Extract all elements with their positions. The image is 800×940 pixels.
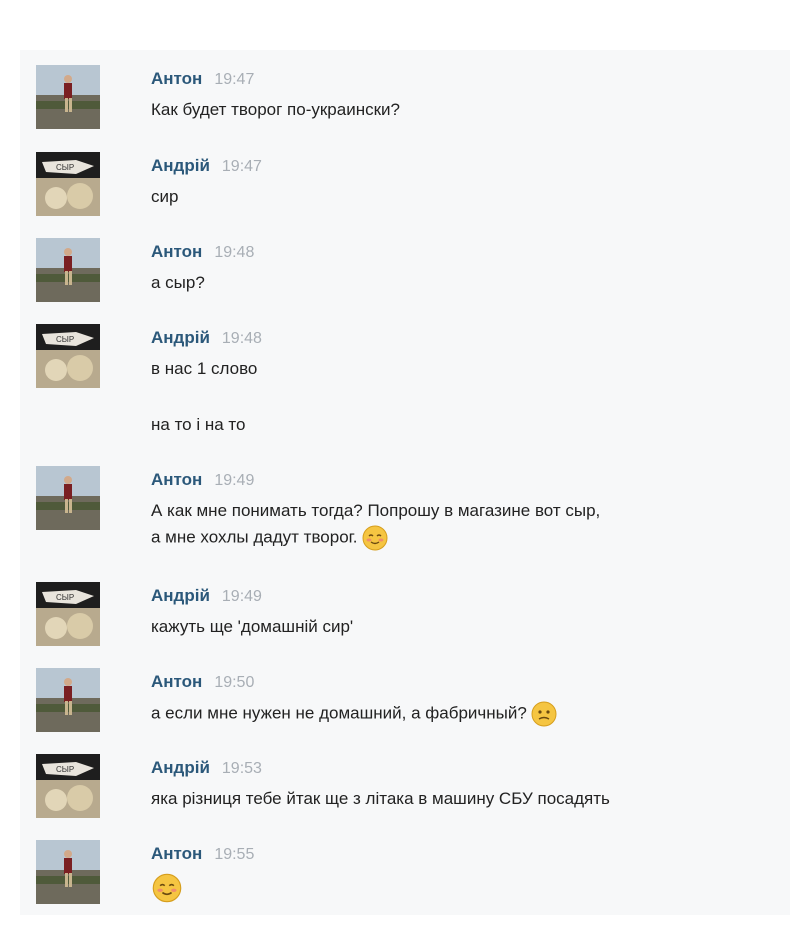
svg-text:СЫР: СЫР [56,163,74,172]
message-line: а если мне нужен не домашний, а фабричны… [151,703,527,723]
confused-face-icon [530,700,558,728]
message-line: Как будет творог по-украински? [151,100,400,119]
message-text: а сыр? [151,270,776,296]
message-time: 19:53 [221,760,262,777]
message-text: яка різниця тебе йтак ще з літака в маши… [151,786,776,812]
message-line-with-emoji: а мне хохлы дадут творог. [151,524,776,552]
message-text: Как будет творог по-украински? [151,97,776,123]
message-text: а если мне нужен не домашний, а фабричны… [151,700,776,728]
message-text: сир [151,184,776,210]
avatar-anton[interactable] [36,238,100,302]
message-line: яка різниця тебе йтак ще з літака в маши… [151,789,610,808]
avatar-anton[interactable] [36,840,100,904]
chat-history: Антон 19:47 Как будет творог по-украински… [20,50,790,915]
message-time: 19:49 [221,588,262,605]
message-continuation: на то і на то [151,415,246,434]
author-name[interactable]: Андрій [151,156,210,175]
message-text: в нас 1 слово [151,356,776,382]
message-line-with-emoji: а если мне нужен не домашний, а фабричны… [151,700,776,728]
message-text: кажуть ще 'домашній сир' [151,614,776,640]
message-time: 19:48 [221,330,262,347]
blush-smile-icon [151,872,183,904]
message-text: А как мне понимать тогда? Попрошу в мага… [151,498,776,552]
author-name[interactable]: Антон [151,242,202,261]
svg-text:СЫР: СЫР [56,593,74,602]
message-time: 19:50 [214,674,255,691]
message-time: 19:55 [214,846,255,863]
blush-smile-icon [361,524,389,552]
message-time: 19:47 [221,158,262,175]
author-name[interactable]: Антон [151,69,202,88]
avatar-andriy[interactable]: СЫР [36,582,100,646]
svg-text:СЫР: СЫР [56,765,74,774]
message-line: а сыр? [151,273,205,292]
author-name[interactable]: Антон [151,672,202,691]
message-line: кажуть ще 'домашній сир' [151,617,354,636]
author-name[interactable]: Андрій [151,586,210,605]
avatar-andriy[interactable]: СЫР [36,754,100,818]
avatar-anton[interactable] [36,668,100,732]
message-line: а мне хохлы дадут творог. [151,527,358,547]
author-name[interactable]: Антон [151,470,202,489]
avatar-anton[interactable] [36,65,100,129]
avatar-andriy[interactable]: СЫР [36,152,100,216]
svg-text:СЫР: СЫР [56,335,74,344]
message-line: сир [151,187,179,206]
message-line: в нас 1 слово [151,359,258,378]
message-time: 19:48 [214,244,255,261]
author-name[interactable]: Андрій [151,328,210,347]
message-time: 19:49 [214,472,255,489]
author-name[interactable]: Андрій [151,758,210,777]
message-text [151,872,776,904]
avatar-andriy[interactable]: СЫР [36,324,100,388]
message-time: 19:47 [214,71,255,88]
author-name[interactable]: Антон [151,844,202,863]
message-line: А как мне понимать тогда? Попрошу в мага… [151,501,601,520]
avatar-anton[interactable] [36,466,100,530]
